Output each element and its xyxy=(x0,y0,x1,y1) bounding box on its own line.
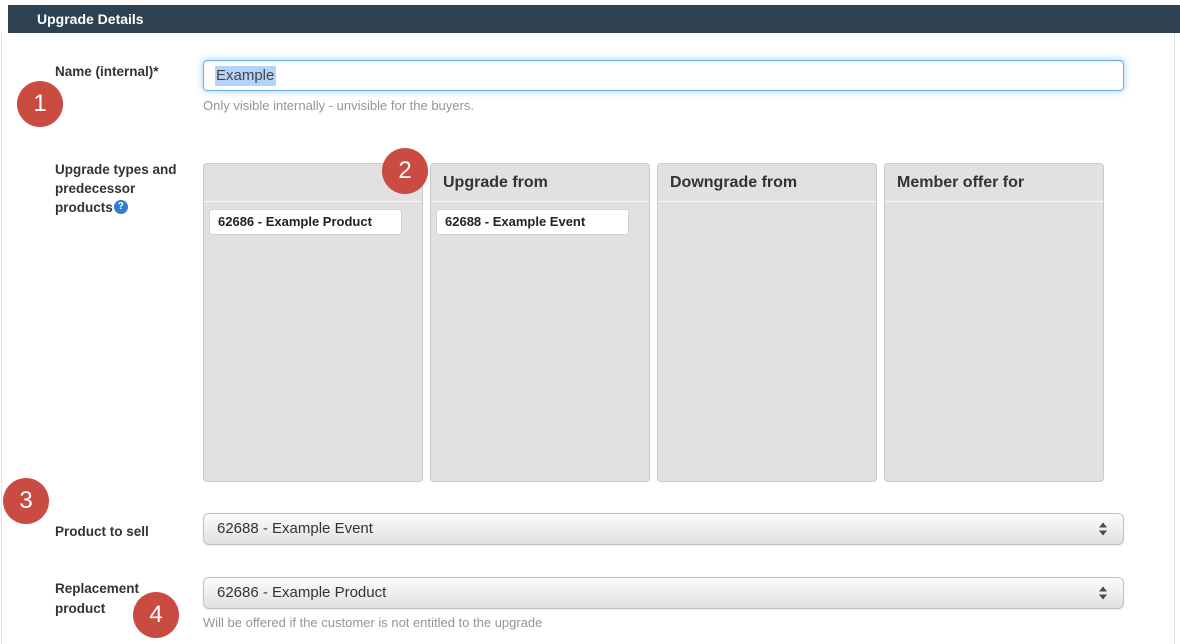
name-input-value: Example xyxy=(215,66,276,86)
name-input[interactable]: Example xyxy=(203,60,1124,91)
column-predecessor-body[interactable]: 62686 - Example Product xyxy=(204,202,422,242)
replacement-product-label-line2: product xyxy=(55,599,139,619)
replacement-product-select-value: 62686 - Example Product xyxy=(217,584,386,601)
upgrade-types-label-line1: Upgrade types and xyxy=(55,160,205,179)
step-badge-4: 4 xyxy=(133,592,179,638)
product-to-sell-select-value: 62688 - Example Event xyxy=(217,520,373,537)
upgrade-types-label-line2: predecessor xyxy=(55,179,205,198)
upgrade-type-columns: 62686 - Example Product Upgrade from 626… xyxy=(203,163,1104,482)
panel-border-right xyxy=(1174,33,1175,644)
replacement-product-label: Replacement product xyxy=(55,579,139,619)
upgrade-types-label-line3: products? xyxy=(55,198,205,217)
column-member-offer-for[interactable]: Member offer for xyxy=(884,163,1104,482)
column-downgrade-from[interactable]: Downgrade from xyxy=(657,163,877,482)
name-help-text: Only visible internally - unvisible for … xyxy=(203,98,474,113)
section-title: Upgrade Details xyxy=(8,5,1180,33)
replacement-product-label-line1: Replacement xyxy=(55,579,139,599)
product-to-sell-select[interactable]: 62688 - Example Event xyxy=(203,513,1124,545)
upgrade-types-label: Upgrade types and predecessor products? xyxy=(55,160,205,217)
replacement-product-help-text: Will be offered if the customer is not e… xyxy=(203,615,542,630)
name-label: Name (internal)* xyxy=(55,62,159,81)
step-badge-3: 3 xyxy=(3,478,49,524)
step-badge-2: 2 xyxy=(382,148,428,194)
arrow-up-icon xyxy=(1099,523,1107,528)
column-upgrade-from-header: Upgrade from xyxy=(431,164,649,202)
product-to-sell-label: Product to sell xyxy=(55,522,149,541)
arrow-down-icon xyxy=(1099,531,1107,536)
column-downgrade-from-body[interactable] xyxy=(658,202,876,242)
replacement-product-select[interactable]: 62686 - Example Product xyxy=(203,577,1124,609)
section-header: Upgrade Details xyxy=(8,5,1180,33)
select-arrows-icon xyxy=(1099,587,1107,600)
column-downgrade-from-header: Downgrade from xyxy=(658,164,876,202)
product-item[interactable]: 62688 - Example Event xyxy=(436,209,629,235)
help-icon[interactable]: ? xyxy=(114,200,128,214)
arrow-down-icon xyxy=(1099,595,1107,600)
panel-border-left xyxy=(1,33,2,644)
product-item[interactable]: 62686 - Example Product xyxy=(209,209,402,235)
column-member-offer-for-body[interactable] xyxy=(885,202,1103,242)
select-arrows-icon xyxy=(1099,523,1107,536)
column-upgrade-from-body[interactable]: 62688 - Example Event xyxy=(431,202,649,242)
upgrade-details-page: Upgrade Details 1 2 3 4 Name (internal)*… xyxy=(0,0,1180,644)
arrow-up-icon xyxy=(1099,587,1107,592)
column-predecessor[interactable]: 62686 - Example Product xyxy=(203,163,423,482)
column-member-offer-for-header: Member offer for xyxy=(885,164,1103,202)
upgrade-types-label-line3-text: products xyxy=(55,200,113,215)
step-badge-1: 1 xyxy=(17,81,63,127)
column-upgrade-from[interactable]: Upgrade from 62688 - Example Event xyxy=(430,163,650,482)
